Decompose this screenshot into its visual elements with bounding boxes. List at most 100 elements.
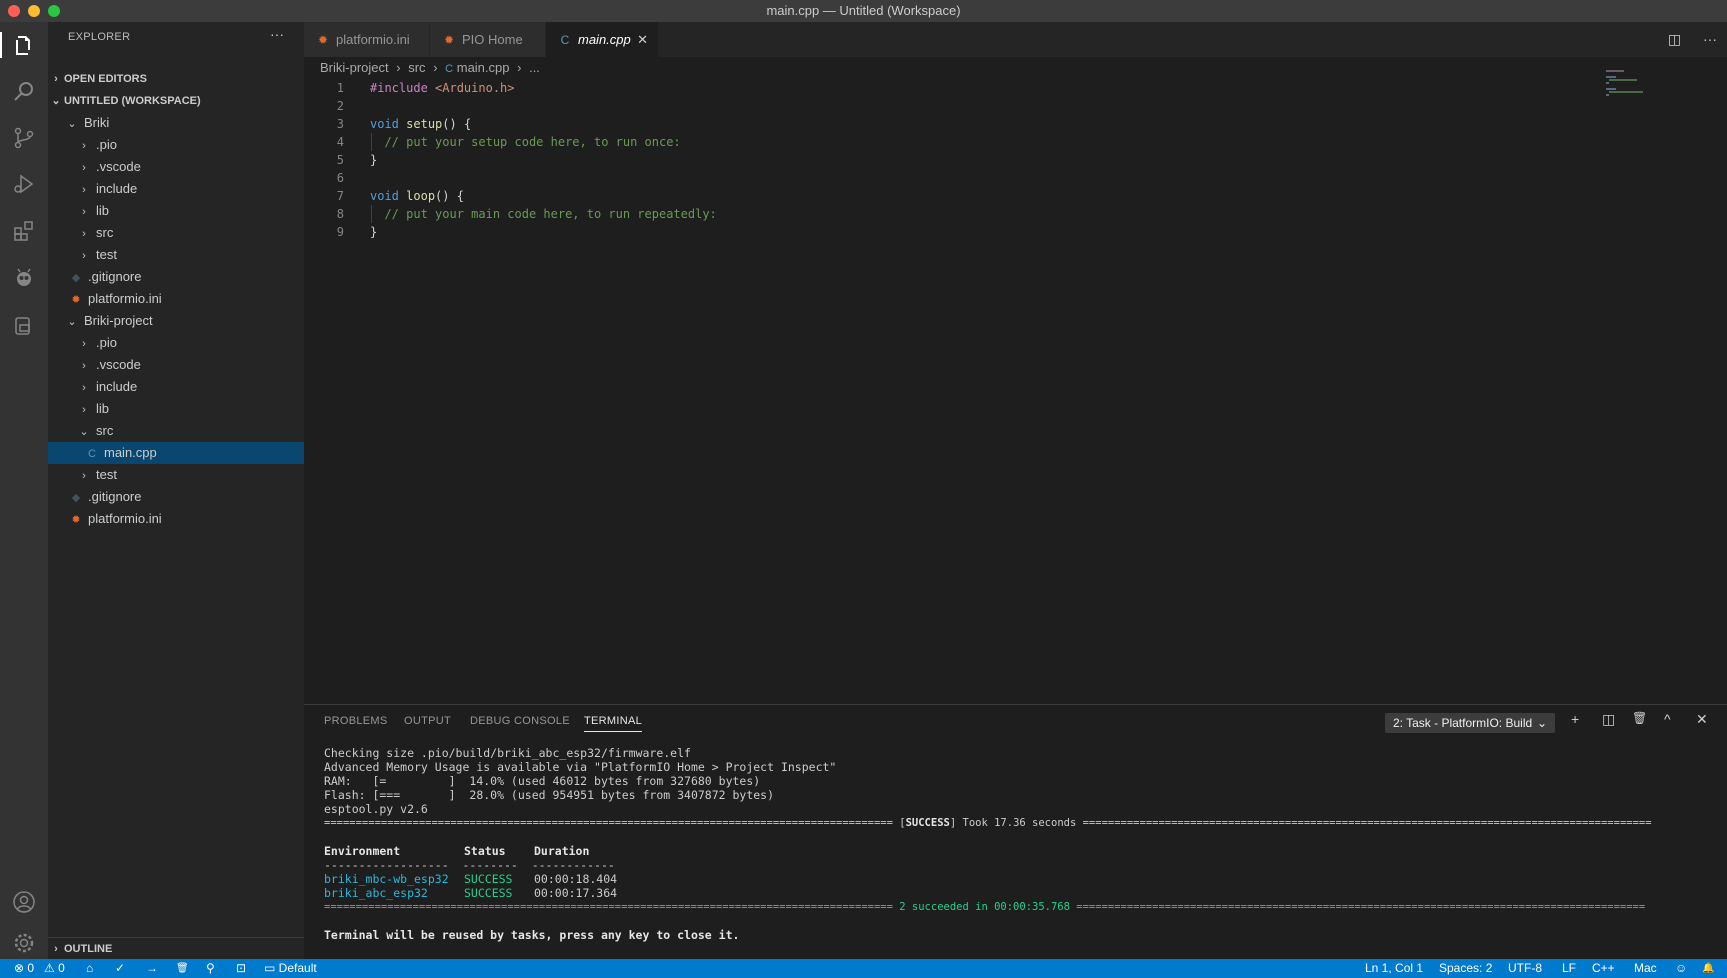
tab-debug-console[interactable]: DEBUG CONSOLE: [470, 715, 570, 727]
more-actions-icon[interactable]: ···: [1703, 31, 1717, 47]
warnings-count[interactable]: ⚠ 0: [44, 959, 65, 978]
trash-icon[interactable]: 🗑: [1632, 711, 1647, 725]
tab-output[interactable]: OUTPUT: [404, 715, 451, 727]
tree-item-folder-src[interactable]: ⌄ src: [48, 420, 304, 442]
terminal-line: Flash: [=== ] 28.0% (used 954951 bytes f…: [324, 788, 775, 802]
os-indicator[interactable]: Mac: [1634, 959, 1657, 978]
chevron-right-icon: ›: [82, 382, 86, 394]
tree-item-folder-vscode[interactable]: › .vscode: [48, 354, 304, 376]
indentation[interactable]: Spaces: 2: [1439, 959, 1492, 978]
tree-item-file-gitignore[interactable]: ◆ .gitignore: [48, 486, 304, 508]
close-tab-icon[interactable]: ✕: [637, 22, 648, 57]
minimize-window-button[interactable]: [28, 5, 40, 17]
line-number: 2: [336, 99, 344, 113]
chevron-right-icon: ›: [54, 943, 58, 955]
tree-item-folder-test[interactable]: › test: [48, 464, 304, 486]
tree-item-folder-include[interactable]: › include: [48, 376, 304, 398]
tree-item-folder-include[interactable]: › include: [48, 178, 304, 200]
split-terminal-icon[interactable]: ◫: [1602, 711, 1615, 728]
platformio-file-icon: ✹: [443, 33, 455, 47]
line-number: 6: [336, 171, 344, 185]
build-check-icon[interactable]: ✓: [115, 959, 125, 978]
minimap[interactable]: [1606, 70, 1666, 100]
platformio-icon[interactable]: [12, 266, 36, 290]
tab-problems[interactable]: PROBLEMS: [324, 715, 388, 727]
cpp-file-icon: C: [445, 63, 454, 75]
activity-bar: [0, 22, 48, 959]
search-icon[interactable]: [12, 80, 36, 104]
settings-gear-icon[interactable]: [12, 931, 36, 955]
end-of-line[interactable]: LF: [1562, 959, 1576, 978]
tree-item-file-platformio-ini[interactable]: ✹ platformio.ini: [48, 288, 304, 310]
more-actions-icon[interactable]: ···: [270, 26, 284, 42]
extensions-icon[interactable]: [12, 219, 36, 243]
terminal-line: Advanced Memory Usage is available via "…: [324, 760, 837, 774]
zoom-window-button[interactable]: [48, 5, 60, 17]
clean-trash-icon[interactable]: 🗑: [176, 959, 189, 978]
tree-item-label: platformio.ini: [88, 291, 162, 306]
chevron-right-icon: ›: [82, 360, 86, 372]
tree-item-folder-test[interactable]: › test: [48, 244, 304, 266]
feedback-icon[interactable]: ☺: [1675, 959, 1687, 978]
tab-bar: ✹ platformio.ini ✹ PIO Home Cmain.cpp ✕ ◫ …: [304, 22, 1727, 57]
run-debug-icon[interactable]: [12, 172, 36, 196]
home-icon[interactable]: ⌂: [86, 959, 93, 978]
cpp-file-icon: C: [560, 33, 570, 47]
platformio-file-icon: ✹: [71, 514, 81, 526]
tree-item-folder-vscode[interactable]: › .vscode: [48, 156, 304, 178]
tree-item-folder-pio[interactable]: › .pio: [48, 134, 304, 156]
explorer-icon[interactable]: [12, 33, 36, 57]
account-icon[interactable]: [12, 890, 36, 914]
close-window-button[interactable]: [8, 5, 20, 17]
tree-item-folder-src[interactable]: › src: [48, 222, 304, 244]
breadcrumb-item[interactable]: main.cpp: [457, 60, 510, 75]
workspace-section[interactable]: ⌄ UNTITLED (WORKSPACE): [48, 90, 304, 112]
chevron-right-icon: ›: [82, 470, 86, 482]
tree-item-label: include: [96, 181, 138, 196]
chevron-right-icon: ›: [82, 338, 86, 350]
environment-switch[interactable]: ▭ Default: [264, 959, 317, 978]
tree-item-label: test: [96, 467, 117, 482]
encoding[interactable]: UTF-8: [1508, 959, 1542, 978]
tab-main-cpp[interactable]: Cmain.cpp ✕: [546, 22, 658, 57]
open-editors-section[interactable]: › OPEN EDITORS: [48, 68, 304, 90]
tree-item-file-main-cpp[interactable]: Cmain.cpp: [48, 442, 304, 464]
serial-plug-icon[interactable]: ⚲: [206, 959, 215, 978]
terminal-select[interactable]: 2: Task - PlatformIO: Build ⌄: [1385, 713, 1555, 733]
notifications-bell-icon[interactable]: 🔔: [1702, 959, 1714, 978]
line-number: 4: [336, 135, 344, 149]
remote-explorer-icon[interactable]: [12, 314, 36, 338]
split-editor-icon[interactable]: ◫: [1668, 31, 1681, 47]
tree-item-file-platformio-ini[interactable]: ✹ platformio.ini: [48, 508, 304, 530]
tree-item-folder-pio[interactable]: › .pio: [48, 332, 304, 354]
upload-arrow-icon[interactable]: →: [146, 959, 158, 978]
tab-terminal[interactable]: TERMINAL: [584, 715, 643, 732]
git-file-icon: ◆: [71, 272, 81, 284]
cursor-position[interactable]: Ln 1, Col 1: [1365, 959, 1423, 978]
git-file-icon: ◆: [71, 492, 81, 504]
line-number: 3: [336, 117, 344, 131]
close-panel-icon[interactable]: ✕: [1696, 711, 1708, 728]
terminal-line: ========================================…: [324, 901, 1646, 913]
tree-item-folder-lib[interactable]: › lib: [48, 200, 304, 222]
tree-item-file-gitignore[interactable]: ◆ .gitignore: [48, 266, 304, 288]
editor-actions: ◫ ···: [1668, 22, 1717, 57]
errors-count[interactable]: ⊗ 0: [14, 959, 34, 978]
maximize-panel-icon[interactable]: ^: [1664, 711, 1671, 727]
tree-item-folder-briki[interactable]: ⌄ Briki: [48, 112, 304, 134]
tree-item-label: .gitignore: [88, 269, 142, 284]
language-mode[interactable]: C++: [1592, 959, 1615, 978]
breadcrumb-item[interactable]: src: [408, 60, 425, 75]
outline-section[interactable]: › OUTLINE: [48, 937, 304, 960]
breadcrumb-item[interactable]: ...: [529, 60, 540, 75]
tab-platformio-ini[interactable]: ✹ platformio.ini: [304, 22, 429, 57]
tree-item-folder-briki-project[interactable]: ⌄ Briki-project: [48, 310, 304, 332]
tab-pio-home[interactable]: ✹ PIO Home: [430, 22, 545, 57]
status-bar: ⊗ 0 ⚠ 0 ⌂ ✓ → 🗑 ⚲ ⊡ ▭ Default Ln 1, Col …: [0, 959, 1727, 978]
line-number: 1: [336, 81, 344, 95]
add-terminal-icon[interactable]: +: [1571, 711, 1579, 727]
terminal-icon[interactable]: ⊡: [236, 959, 246, 978]
source-control-icon[interactable]: [12, 126, 36, 150]
tree-item-folder-lib[interactable]: › lib: [48, 398, 304, 420]
breadcrumb-item[interactable]: Briki-project: [320, 60, 389, 75]
